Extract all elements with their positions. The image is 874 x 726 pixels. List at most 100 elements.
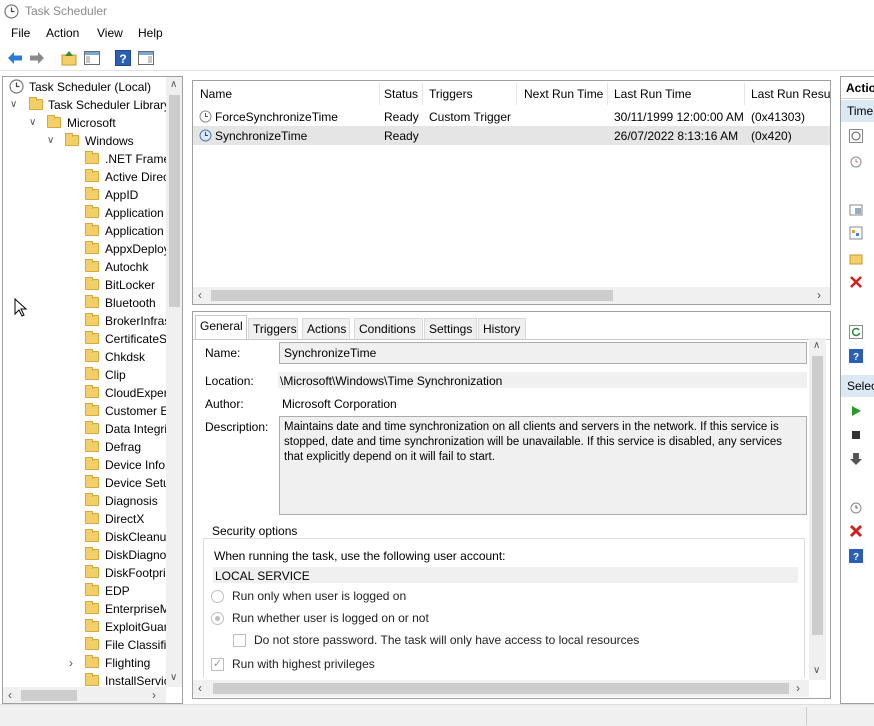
tree-horizontal-scrollbar[interactable]: ‹ › (3, 687, 166, 703)
show-hide-console-tree-icon[interactable] (83, 49, 101, 67)
tree-item-folder[interactable]: CertificateS (7, 330, 167, 348)
tree-item-folder[interactable]: Device Setu (7, 474, 170, 492)
details-vertical-scrollbar[interactable]: ∧ ∨ (809, 338, 826, 680)
tree-item-folder[interactable]: Clip (7, 366, 167, 384)
run-clock-icon[interactable] (849, 129, 863, 143)
new-folder-icon[interactable] (849, 251, 863, 265)
tree-item-windows[interactable]: ∨ Windows (7, 132, 177, 150)
tree-item-folder[interactable]: AppxDeploy (7, 240, 170, 258)
tab-actions[interactable]: Actions (302, 318, 350, 340)
menu-file[interactable]: File (11, 26, 30, 40)
scroll-right-arrow-icon[interactable]: › (796, 681, 800, 695)
tree-item-folder[interactable]: DiskCleanu (7, 528, 167, 546)
help-icon[interactable]: ? (849, 349, 863, 363)
details-horizontal-scrollbar[interactable]: ‹ › (193, 680, 809, 697)
actions-section-selected-item[interactable]: Selec (841, 375, 874, 397)
chevron-down-icon[interactable]: ∨ (10, 96, 17, 114)
table-row[interactable]: ForceSynchronizeTime Ready Custom Trigge… (193, 107, 830, 126)
tree-item-folder[interactable]: EDP (7, 582, 167, 600)
column-header-next-run-time[interactable]: Next Run Time (524, 87, 603, 101)
back-arrow-icon[interactable] (6, 49, 24, 67)
delete-icon[interactable] (849, 524, 863, 538)
tree-item-folder[interactable]: Chkdsk (7, 348, 167, 366)
scroll-down-arrow-icon[interactable]: ∨ (813, 665, 820, 676)
end-stop-icon[interactable] (849, 428, 863, 442)
tab-conditions[interactable]: Conditions (354, 318, 423, 340)
scroll-down-arrow-icon[interactable]: ∨ (170, 672, 177, 683)
scroll-left-arrow-icon[interactable]: ‹ (8, 688, 12, 702)
scroll-left-arrow-icon[interactable]: ‹ (198, 681, 202, 695)
chevron-right-icon[interactable]: › (69, 654, 73, 672)
delete-folder-icon[interactable] (849, 275, 863, 289)
column-header-name[interactable]: Name (200, 87, 232, 101)
chevron-down-icon[interactable]: ∨ (29, 114, 36, 132)
scroll-right-arrow-icon[interactable]: › (817, 288, 821, 302)
column-header-last-run-time[interactable]: Last Run Time (614, 87, 691, 101)
scroll-right-arrow-icon[interactable]: › (152, 688, 156, 702)
up-folder-icon[interactable] (60, 49, 78, 67)
help-icon[interactable]: ? (849, 549, 863, 563)
disable-down-arrow-icon[interactable] (849, 452, 863, 466)
tab-general[interactable]: General (195, 315, 247, 340)
tree-item-microsoft[interactable]: ∨ Microsoft (7, 114, 177, 132)
properties-clock-icon[interactable] (849, 501, 863, 515)
tab-history[interactable]: History (478, 318, 526, 340)
task-list[interactable]: Name Status Triggers Next Run Time Last … (192, 80, 831, 305)
tree-item-folder[interactable]: Data Integri (7, 420, 167, 438)
actions-section-time[interactable]: Time (841, 100, 874, 122)
tree-item-folder[interactable]: File Classifi (7, 636, 167, 654)
tree-item-folder[interactable]: DiskFootpri (7, 564, 167, 582)
tree-item-folder[interactable]: DiskDiagno (7, 546, 167, 564)
tree-item-folder[interactable]: ExploitGuar (7, 618, 168, 636)
tree-item-folder[interactable]: › Flighting (7, 654, 167, 672)
scroll-up-arrow-icon[interactable]: ∧ (813, 340, 820, 351)
radio-run-whether-logged-on[interactable] (211, 612, 224, 625)
tree-item-folder[interactable]: Defrag (7, 438, 167, 456)
tree-item-folder[interactable]: Active Direc (7, 168, 169, 186)
tree-item-folder[interactable]: CloudExper (7, 384, 168, 402)
scroll-thumb[interactable] (21, 690, 77, 701)
tree-item-folder[interactable]: Autochk (7, 258, 167, 276)
tree-item-folder[interactable]: Device Info (7, 456, 167, 474)
tree-vertical-scrollbar[interactable]: ∧ ∨ (166, 77, 182, 687)
tree-item-folder[interactable]: Application (7, 222, 167, 240)
tree-item-folder[interactable]: Customer E (7, 402, 168, 420)
table-row-selected[interactable]: SynchronizeTime Ready 26/07/2022 8:13:16… (193, 126, 830, 145)
forward-arrow-icon[interactable] (28, 49, 46, 67)
column-header-triggers[interactable]: Triggers (429, 87, 473, 101)
tree-item-folder[interactable]: Application (7, 204, 167, 222)
tree-item-task-scheduler-local[interactable]: Task Scheduler (Local) (7, 78, 167, 96)
column-header-status[interactable]: Status (384, 87, 418, 101)
menu-help[interactable]: Help (138, 26, 163, 40)
display-running-tasks-icon[interactable] (849, 226, 863, 240)
create-basic-task-icon[interactable] (849, 155, 863, 169)
tree-item-task-scheduler-library[interactable]: ∨ Task Scheduler Library (7, 96, 177, 114)
tree-item-folder[interactable]: EnterpriseM (7, 600, 170, 618)
column-separator[interactable] (379, 83, 380, 105)
tab-settings[interactable]: Settings (424, 318, 477, 340)
column-separator[interactable] (607, 83, 608, 105)
menu-view[interactable]: View (97, 26, 123, 40)
tree-item-folder[interactable]: DirectX (7, 510, 167, 528)
column-separator[interactable] (744, 83, 745, 105)
description-field[interactable]: Maintains date and time synchronization … (279, 416, 807, 515)
scroll-thumb[interactable] (213, 683, 789, 694)
column-header-last-run-result[interactable]: Last Run Result (751, 87, 830, 101)
scroll-left-arrow-icon[interactable]: ‹ (198, 288, 202, 302)
scroll-up-arrow-icon[interactable]: ∧ (170, 79, 177, 90)
chevron-down-icon[interactable]: ∨ (47, 132, 54, 150)
scroll-thumb[interactable] (169, 95, 180, 307)
column-separator[interactable] (422, 83, 423, 105)
tree-item-folder[interactable]: .NET Frame (7, 150, 170, 168)
tab-triggers[interactable]: Triggers (248, 318, 298, 340)
task-list-horizontal-scrollbar[interactable]: ‹ › (193, 287, 830, 304)
checkbox-do-not-store-password[interactable] (233, 634, 246, 647)
menu-action[interactable]: Action (46, 26, 79, 40)
tree-item-folder[interactable]: BitLocker (7, 276, 167, 294)
refresh-icon[interactable] (849, 325, 863, 339)
console-tree[interactable]: Task Scheduler (Local) ∨ Task Scheduler … (2, 76, 183, 704)
scroll-thumb[interactable] (211, 290, 613, 301)
column-separator[interactable] (516, 83, 517, 105)
name-field[interactable]: SynchronizeTime (279, 342, 807, 364)
run-play-icon[interactable] (849, 404, 863, 418)
